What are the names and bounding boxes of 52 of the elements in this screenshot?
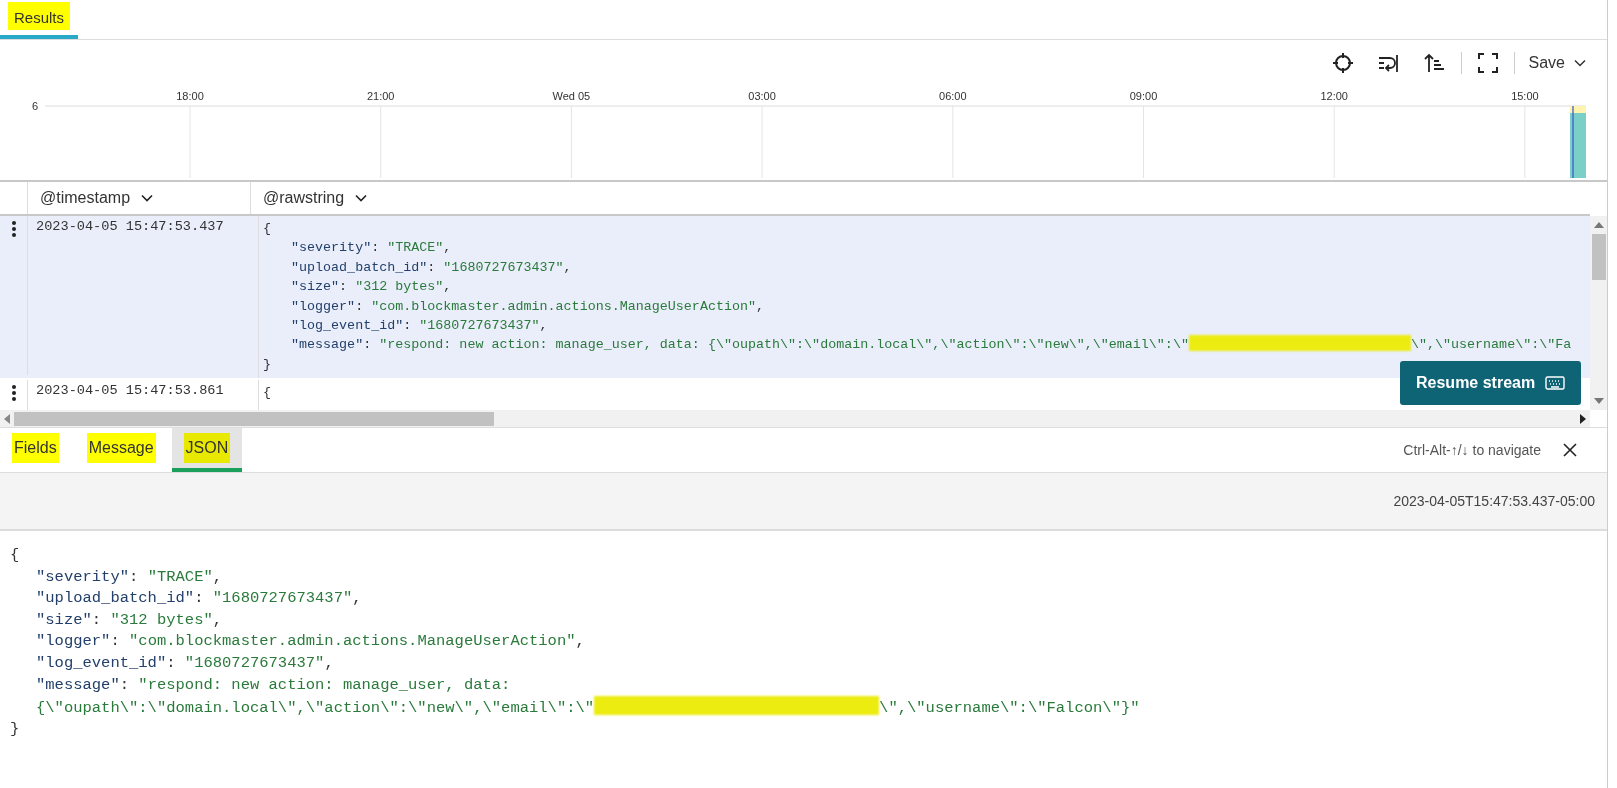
timestamp-cell: 2023-04-05 15:47:53.437 bbox=[27, 216, 258, 375]
navigation-hint: Ctrl-Alt-↑/↓ to navigate bbox=[1403, 442, 1541, 458]
axis-label: 12:00 bbox=[1320, 90, 1348, 102]
save-button[interactable]: Save bbox=[1528, 54, 1587, 72]
column-header[interactable]: @rawstring bbox=[251, 189, 369, 207]
scroll-down-arrow-icon[interactable] bbox=[1593, 398, 1604, 404]
code-line: "message": "respond: new action: manage_user, data: {\"oupath\":\"domain.local\",\"action\":\"new\",\"email\":\" \",\"username\":\"Fa bbox=[290, 335, 1572, 355]
code-line: "upload_batch_id": "1680727673437", bbox=[35, 588, 362, 610]
scroll-left-arrow-icon[interactable] bbox=[4, 413, 10, 424]
code-line: "size": "312 bytes", bbox=[290, 278, 452, 297]
axis-label: 09:00 bbox=[1129, 90, 1158, 102]
code-line: "severity": "TRACE", bbox=[290, 239, 452, 258]
more-icon[interactable] bbox=[10, 384, 17, 403]
scroll-right-arrow-icon[interactable] bbox=[1580, 413, 1586, 424]
code-line: {\"oupath\":\"domain.local\",\"action\":\"new\",\"email\":\" \",\"username\":\"Falcon\"}" bbox=[35, 696, 1140, 719]
code-line: { bbox=[10, 545, 20, 566]
code-line: "logger": "com.blockmaster.admin.actions.ManageUserAction", bbox=[290, 297, 765, 316]
axis-label: 6 bbox=[31, 100, 38, 112]
event-timestamp: 2023-04-05T15:47:53.437-05:00 bbox=[1393, 493, 1595, 509]
code-line: "message": "respond: new action: manage_user, data: bbox=[35, 674, 511, 696]
fullscreen-icon[interactable] bbox=[1475, 51, 1500, 75]
code-line: "severity": "TRACE", bbox=[35, 566, 223, 588]
detail-tab[interactable]: JSON bbox=[171, 428, 243, 472]
more-icon[interactable] bbox=[10, 220, 17, 238]
crosshair-icon[interactable] bbox=[1330, 51, 1355, 75]
axis-label: 03:00 bbox=[748, 90, 776, 102]
resume-stream-button[interactable]: Resume stream bbox=[1400, 361, 1582, 405]
axis-label: 15:00 bbox=[1511, 90, 1539, 102]
axis-label: 18:00 bbox=[176, 90, 204, 102]
detail-tab[interactable]: Fields bbox=[0, 428, 71, 472]
code-line: "size": "312 bytes", bbox=[35, 609, 223, 631]
axis-label: 21:00 bbox=[366, 90, 395, 102]
scrollbar-thumb[interactable] bbox=[14, 411, 494, 426]
close-icon[interactable] bbox=[1563, 443, 1577, 457]
keyboard-icon bbox=[1545, 376, 1566, 390]
column-header[interactable]: @timestamp bbox=[28, 189, 155, 207]
axis-label: 06:00 bbox=[939, 90, 967, 102]
code-line: { bbox=[263, 220, 272, 238]
vertical-scrollbar[interactable] bbox=[1590, 216, 1607, 410]
code-line: "log_event_id": "1680727673437", bbox=[35, 652, 334, 674]
code-line: { bbox=[263, 384, 272, 403]
scrollbar-thumb[interactable] bbox=[1591, 234, 1606, 280]
code-line: "log_event_id": "1680727673437", bbox=[290, 317, 548, 336]
scroll-up-arrow-icon[interactable] bbox=[1593, 222, 1604, 228]
code-line: } bbox=[263, 355, 272, 374]
code-line: } bbox=[10, 719, 20, 741]
code-line: "upload_batch_id": "1680727673437", bbox=[290, 258, 572, 277]
horizontal-scrollbar[interactable] bbox=[0, 410, 1590, 427]
code-line: "logger": "com.blockmaster.admin.actions.ManageUserAction", bbox=[35, 631, 585, 653]
sort-icon[interactable] bbox=[1422, 51, 1447, 75]
axis-label: Wed 05 bbox=[552, 90, 591, 102]
results-tab[interactable]: Results bbox=[0, 0, 79, 39]
